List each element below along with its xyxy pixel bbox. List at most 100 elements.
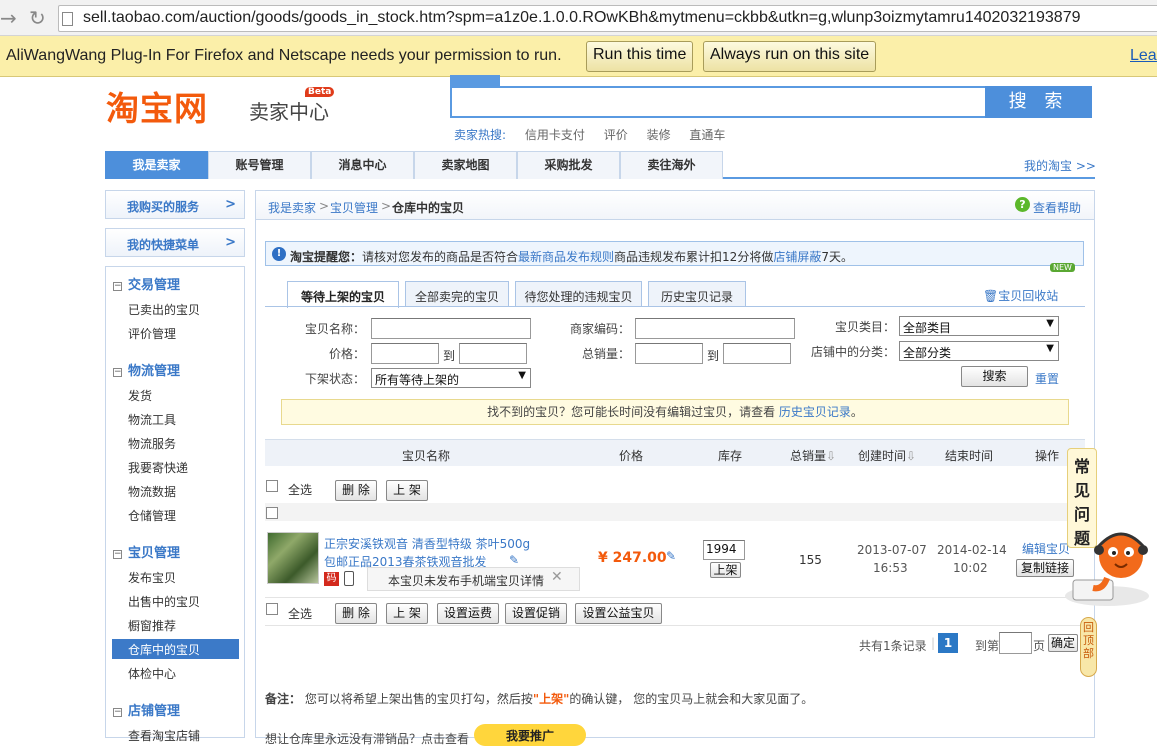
delete-button[interactable]: 删 除 xyxy=(335,480,377,501)
shop-category-select[interactable]: 全部分类 ▼ xyxy=(899,341,1059,361)
shelve-button-bottom[interactable]: 上 架 xyxy=(386,603,428,624)
nav-tab-messages[interactable]: 消息中心 xyxy=(311,151,414,179)
sidebar-section-items[interactable]: − 宝贝管理 xyxy=(113,542,180,561)
close-icon[interactable]: ✕ xyxy=(551,569,563,585)
sort-icon: ⇩ xyxy=(906,449,917,463)
price-min-input[interactable] xyxy=(371,343,439,364)
address-bar[interactable]: sell.taobao.com/auction/goods/goods_in_s… xyxy=(58,5,1157,32)
reload-icon[interactable]: ↻ xyxy=(29,6,46,30)
sales-min-input[interactable] xyxy=(635,343,703,364)
col-sales[interactable]: 总销量⇩ xyxy=(790,447,836,464)
collapse-icon[interactable]: − xyxy=(113,550,122,559)
purchased-services-label: 我购买的服务 xyxy=(127,200,200,214)
sidebar-item-logistics-tools[interactable]: 物流工具 xyxy=(128,411,176,428)
category-select[interactable]: 全部类目 ▼ xyxy=(899,316,1059,336)
set-shipping-button[interactable]: 设置运费 xyxy=(437,603,499,624)
nav-tab-overseas[interactable]: 卖往海外 xyxy=(620,151,723,179)
status-select[interactable]: 所有等待上架的 ▼ xyxy=(371,368,531,388)
purchased-services-box[interactable]: 我购买的服务 > xyxy=(105,190,245,219)
hot-item[interactable]: 评价 xyxy=(604,128,628,142)
select-all-checkbox[interactable] xyxy=(266,480,278,492)
always-run-button[interactable]: Always run on this site xyxy=(703,41,877,72)
breadcrumb: 我是卖家 > 宝贝管理 > 仓库中的宝贝 ? 查看帮助 xyxy=(255,190,1095,220)
item-shelve-button[interactable]: 上架 xyxy=(710,562,741,578)
hot-item[interactable]: 直通车 xyxy=(689,128,725,142)
tab-sold-out[interactable]: 全部卖完的宝贝 xyxy=(405,281,509,306)
col-created[interactable]: 创建时间⇩ xyxy=(858,447,916,464)
learn-more-link[interactable]: Lear xyxy=(1130,47,1157,65)
taobao-logo[interactable]: 淘宝网 xyxy=(106,82,208,130)
tab-violations[interactable]: 待您处理的违规宝贝 xyxy=(515,281,642,306)
price-label: 价格： xyxy=(328,347,365,361)
reset-link[interactable]: 重置 xyxy=(1035,370,1059,387)
select-all-checkbox-bottom[interactable] xyxy=(266,603,278,615)
sidebar-item-warehouse[interactable]: 仓储管理 xyxy=(128,507,176,524)
search-button[interactable]: 搜 索 xyxy=(985,86,1092,118)
shop-block-link[interactable]: 店铺屏蔽 xyxy=(773,250,821,264)
quick-menu-box[interactable]: 我的快捷菜单 > xyxy=(105,228,245,257)
sidebar-item-view-shop[interactable]: 查看淘宝店铺 xyxy=(128,727,200,744)
my-taobao-link[interactable]: 我的淘宝 >> xyxy=(1024,157,1096,174)
beta-badge: Beta xyxy=(305,87,335,97)
nav-tab-seller-map[interactable]: 卖家地图 xyxy=(414,151,517,179)
item-name-input[interactable] xyxy=(371,318,531,339)
sidebar-item-in-stock[interactable]: 仓库中的宝贝 xyxy=(128,641,200,658)
history-link[interactable]: 历史宝贝记录 xyxy=(779,405,851,419)
set-promo-button[interactable]: 设置促销 xyxy=(505,603,567,624)
tab-waiting[interactable]: 等待上架的宝贝 xyxy=(287,281,399,308)
sidebar-item-window[interactable]: 橱窗推荐 xyxy=(128,617,176,634)
set-charity-button[interactable]: 设置公益宝贝 xyxy=(575,603,662,624)
total-records: 共有1条记录 xyxy=(859,639,927,653)
breadcrumb-seller[interactable]: 我是卖家 xyxy=(268,199,316,216)
stock-input[interactable]: 1994 xyxy=(703,540,745,560)
sidebar-item-logistics-service[interactable]: 物流服务 xyxy=(128,435,176,452)
tab-history[interactable]: 历史宝贝记录 xyxy=(648,281,746,306)
price-max-input[interactable] xyxy=(459,343,527,364)
nav-tab-seller[interactable]: 我是卖家 xyxy=(105,151,208,179)
forward-arrow-icon[interactable]: → xyxy=(0,6,17,30)
goto-page-input[interactable] xyxy=(999,632,1032,654)
sidebar-item-express[interactable]: 我要寄快递 xyxy=(128,459,188,476)
sales-max-input[interactable] xyxy=(723,343,791,364)
hot-item[interactable]: 装修 xyxy=(647,128,671,142)
help-link[interactable]: 查看帮助 xyxy=(1033,199,1081,216)
collapse-icon[interactable]: − xyxy=(113,368,122,377)
sidebar-item-sold[interactable]: 已卖出的宝贝 xyxy=(128,301,200,318)
breadcrumb-item-mgmt[interactable]: 宝贝管理 xyxy=(330,199,378,216)
hot-label: 卖家热搜: xyxy=(454,128,507,142)
sidebar-section-logistics[interactable]: − 物流管理 xyxy=(113,360,180,379)
sidebar-item-on-sale[interactable]: 出售中的宝贝 xyxy=(128,593,200,610)
delete-button-bottom[interactable]: 删 除 xyxy=(335,603,377,624)
sidebar-item-logistics-data[interactable]: 物流数据 xyxy=(128,483,176,500)
goto-confirm-button[interactable]: 确定 xyxy=(1048,634,1078,652)
reminder-bar: ! 淘宝提醒您：请核对您发布的商品是否符合最新商品发布规则商品违规发布累计扣12… xyxy=(265,241,1084,266)
search-tab xyxy=(450,75,500,86)
item-checkbox[interactable] xyxy=(266,507,278,519)
nav-tab-account[interactable]: 账号管理 xyxy=(208,151,311,179)
mascot-icon[interactable] xyxy=(1063,520,1157,612)
promote-button[interactable]: 我要推广 xyxy=(474,724,586,746)
item-title-line1[interactable]: 正宗安溪铁观音 清香型特级 茶叶500g xyxy=(324,535,530,552)
item-thumbnail[interactable] xyxy=(267,532,319,584)
search-filter-button[interactable]: 搜索 xyxy=(961,366,1028,387)
edit-title-icon[interactable]: ✎ xyxy=(509,553,519,567)
current-page[interactable]: 1 xyxy=(938,633,958,653)
collapse-icon[interactable]: − xyxy=(113,708,122,717)
merchant-code-input[interactable] xyxy=(635,318,795,339)
recycle-bin-link[interactable]: 🗑宝贝回收站 xyxy=(983,287,1058,304)
collapse-icon[interactable]: − xyxy=(113,282,122,291)
run-this-time-button[interactable]: Run this time xyxy=(586,41,694,72)
back-to-top[interactable]: 回顶部 xyxy=(1080,617,1097,677)
sidebar-item-reviews[interactable]: 评价管理 xyxy=(128,325,176,342)
sidebar-section-shop[interactable]: − 店铺管理 xyxy=(113,700,180,719)
rules-link[interactable]: 最新商品发布规则 xyxy=(518,250,614,264)
sidebar-section-trade[interactable]: − 交易管理 xyxy=(113,274,180,293)
quick-menu-label: 我的快捷菜单 xyxy=(127,238,200,252)
sidebar-item-publish[interactable]: 发布宝贝 xyxy=(128,569,176,586)
edit-price-icon[interactable]: ✎ xyxy=(666,549,676,563)
shelve-button[interactable]: 上 架 xyxy=(386,480,428,501)
sidebar-item-ship[interactable]: 发货 xyxy=(128,387,152,404)
nav-tab-wholesale[interactable]: 采购批发 xyxy=(517,151,620,179)
hot-item[interactable]: 信用卡支付 xyxy=(525,128,585,142)
sidebar-item-health-check[interactable]: 体检中心 xyxy=(128,665,176,682)
